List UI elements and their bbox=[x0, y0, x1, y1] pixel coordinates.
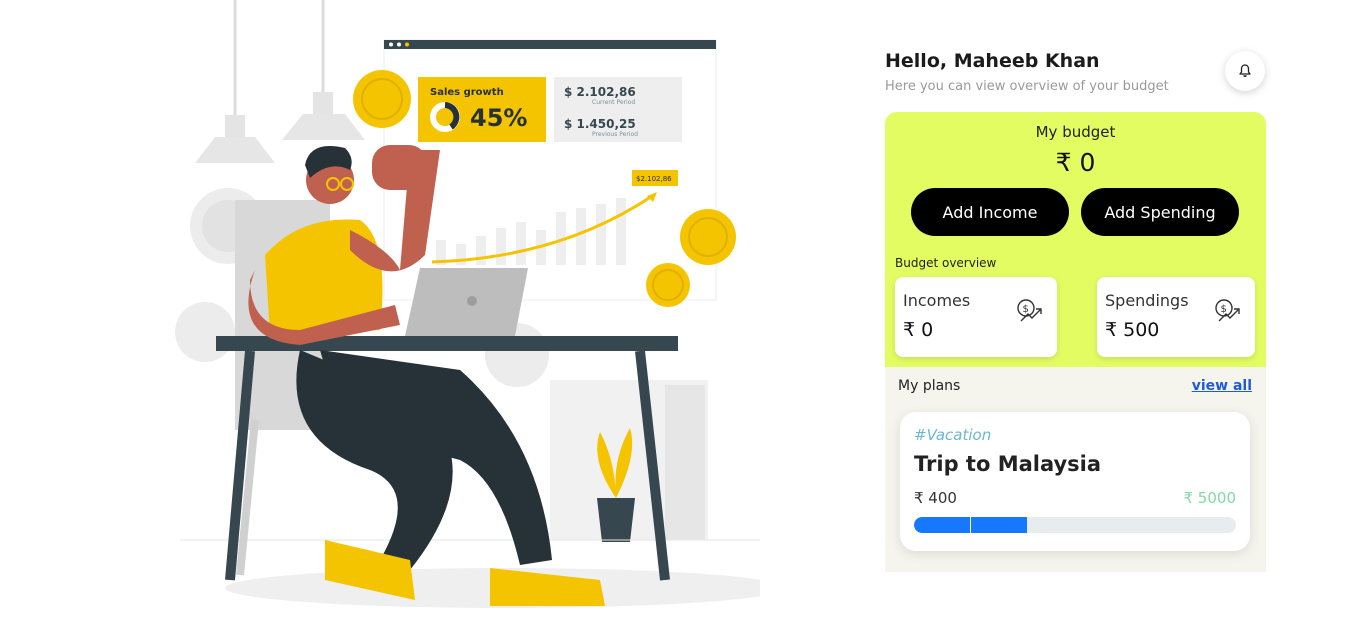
view-all-link[interactable]: view all bbox=[1192, 378, 1252, 394]
previous-label: Previous Period bbox=[592, 131, 638, 138]
budget-amount: ₹ 0 bbox=[1055, 148, 1096, 177]
hero-illustration: Sales growth 45% $ 2.102,86 Current Peri… bbox=[160, 0, 785, 620]
lamp-left bbox=[195, 0, 275, 163]
add-income-button[interactable]: Add Income bbox=[911, 188, 1069, 236]
budget-overview-label: Budget overview bbox=[895, 256, 997, 270]
plan-progress-bar bbox=[914, 517, 1236, 533]
plan-current-amount: ₹ 400 bbox=[914, 489, 957, 507]
greeting-subtitle: Here you can view overview of your budge… bbox=[885, 79, 1169, 94]
plan-target-amount: ₹ 5000 bbox=[1183, 489, 1237, 507]
spendings-value: ₹ 500 bbox=[1105, 319, 1160, 341]
sales-growth-label: Sales growth bbox=[430, 87, 504, 98]
spendings-card[interactable]: Spendings ₹ 500 $ bbox=[1097, 277, 1255, 357]
chart-badge: $2.102,86 bbox=[636, 175, 672, 183]
budget-panel: Hello, Maheeb Khan Here you can view ove… bbox=[885, 0, 1266, 641]
plans-title: My plans bbox=[898, 378, 961, 394]
notification-button[interactable] bbox=[1225, 51, 1265, 91]
add-spending-button[interactable]: Add Spending bbox=[1081, 188, 1239, 236]
current-amount: $ 2.102,86 bbox=[564, 85, 636, 99]
previous-amount: $ 1.450,25 bbox=[564, 117, 636, 131]
plans-section: My plans view all #Vacation Trip to Mala… bbox=[885, 367, 1266, 572]
plan-tag: #Vacation bbox=[914, 426, 992, 444]
bell-icon bbox=[1239, 64, 1251, 77]
sales-growth-value: 45% bbox=[470, 104, 527, 132]
incomes-value: ₹ 0 bbox=[903, 319, 934, 341]
progress-divider bbox=[970, 517, 971, 533]
money-growth-icon: $ bbox=[1017, 299, 1042, 322]
budget-title: My budget bbox=[1035, 123, 1116, 141]
plan-name: Trip to Malaysia bbox=[914, 452, 1102, 476]
money-growth-icon: $ bbox=[1215, 299, 1240, 322]
current-label: Current Period bbox=[592, 99, 635, 106]
lamp-right bbox=[282, 0, 365, 140]
incomes-card[interactable]: Incomes ₹ 0 $ bbox=[895, 277, 1057, 357]
plan-card[interactable]: #Vacation Trip to Malaysia ₹ 400 ₹ 5000 bbox=[900, 412, 1250, 551]
budget-card: My budget ₹ 0 Add Income Add Spending Bu… bbox=[885, 112, 1266, 367]
incomes-label: Incomes bbox=[903, 291, 971, 310]
greeting-title: Hello, Maheeb Khan bbox=[885, 50, 1100, 72]
spendings-label: Spendings bbox=[1105, 291, 1189, 310]
